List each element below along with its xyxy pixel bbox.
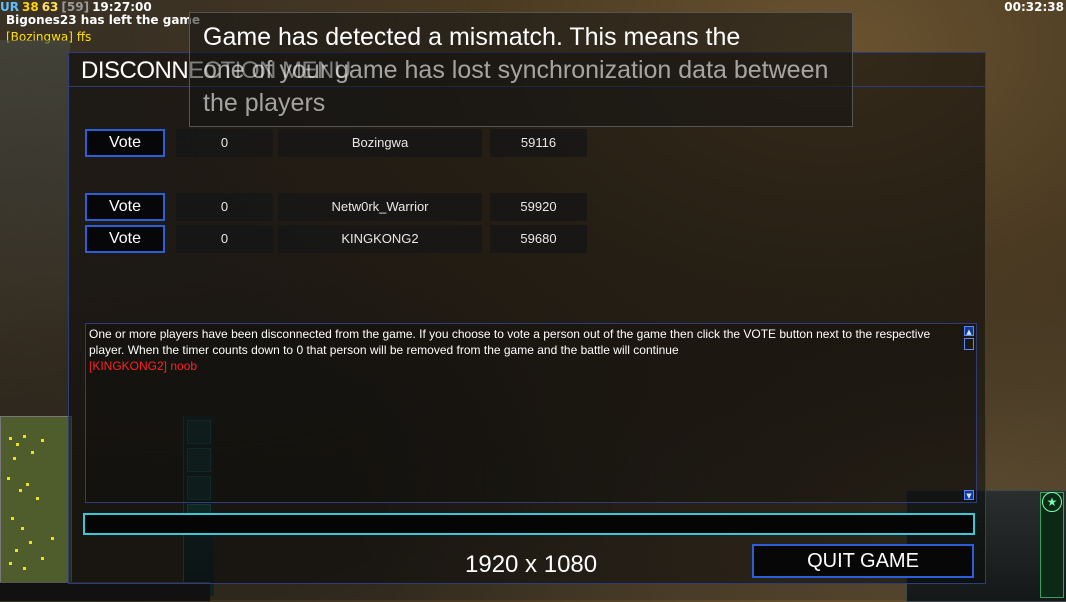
chat-line: Bigones23 has left the game [6,13,201,27]
vote-count: 0 [176,129,273,157]
player-timer: 59116 [490,129,587,157]
hud-stat-c: [59] [61,0,90,14]
scroll-up-icon[interactable]: ▲ [964,326,974,336]
minimap[interactable] [0,416,72,584]
message-log-text: One or more players have been disconnect… [89,326,963,374]
mismatch-line: the players [203,89,326,117]
base-buildings [0,40,70,340]
player-timer: 59680 [490,225,587,253]
game-timer: 00:32:38 [1004,0,1064,14]
message-log[interactable]: One or more players have been disconnect… [85,323,977,503]
hud-stats: UR 38 63 [59] 19:27:00 [0,0,155,14]
vote-button[interactable]: Vote [85,193,165,221]
hud-stat-b: 63 [41,0,59,14]
scroll-thumb[interactable] [964,338,974,350]
quit-game-button[interactable]: QUIT GAME [752,544,974,578]
mismatch-line: one of your game has lost synchronizatio… [203,56,829,84]
star-icon: ★ [1042,492,1062,512]
hud-clock: 19:27:00 [92,0,152,14]
player-timer: 59920 [490,193,587,221]
mismatch-line: Game has detected a mismatch. This means… [203,23,741,51]
mismatch-text: Game has detected a mismatch. This means… [203,21,843,120]
player-name: Netw0rk_Warrior [278,193,482,221]
message-scrollbar[interactable]: ▲ ▼ [964,326,974,500]
player-name: KINGKONG2 [278,225,482,253]
chat-input[interactable] [83,513,975,535]
resolution-label: 1920 x 1080 [465,551,598,578]
hud-stat-a: 38 [21,0,39,14]
scroll-down-icon[interactable]: ▼ [964,490,974,500]
vote-button[interactable]: Vote [85,129,165,157]
vote-count: 0 [176,225,273,253]
vote-count: 0 [176,193,273,221]
mismatch-notification: Game has detected a mismatch. This means… [189,12,853,127]
hud-ur-label: UR [0,0,19,14]
player-name: Bozingwa [278,129,482,157]
disconnect-info: One or more players have been disconnect… [89,327,931,357]
chat-message: [KINGKONG2] noob [89,359,198,373]
disconnection-dialog: DISCONNECTION MENU Vote 0 Bozingwa 59116… [68,52,986,584]
minimap-frame [0,582,210,601]
vote-button[interactable]: Vote [85,225,165,253]
